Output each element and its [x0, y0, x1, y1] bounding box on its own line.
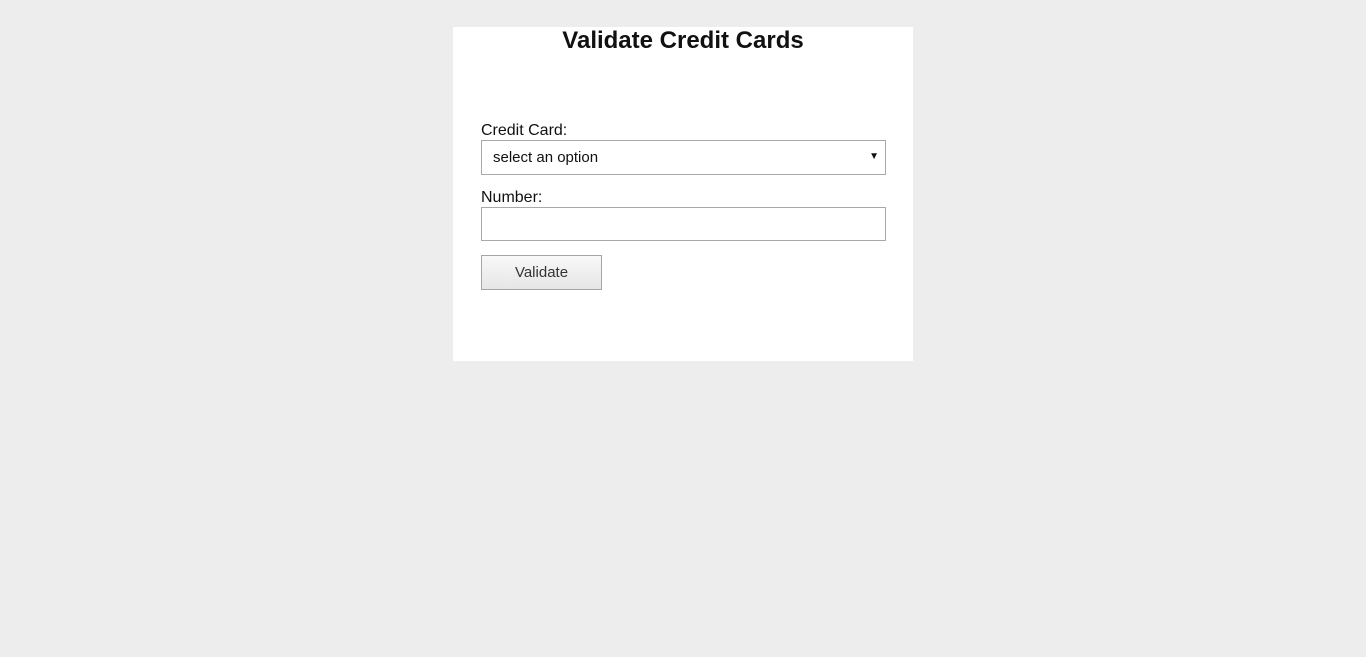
number-label: Number: [481, 189, 543, 206]
validate-card: Validate Credit Cards Credit Card: selec… [453, 27, 913, 361]
chevron-down-icon: ▼ [869, 151, 879, 162]
page-title: Validate Credit Cards [562, 27, 804, 54]
validate-button[interactable]: Validate [481, 255, 602, 290]
credit-card-selected-value: select an option [493, 149, 599, 166]
credit-card-select[interactable]: select an option ▼ [481, 140, 886, 175]
credit-card-label: Credit Card: [481, 122, 568, 139]
number-input[interactable] [481, 207, 886, 241]
